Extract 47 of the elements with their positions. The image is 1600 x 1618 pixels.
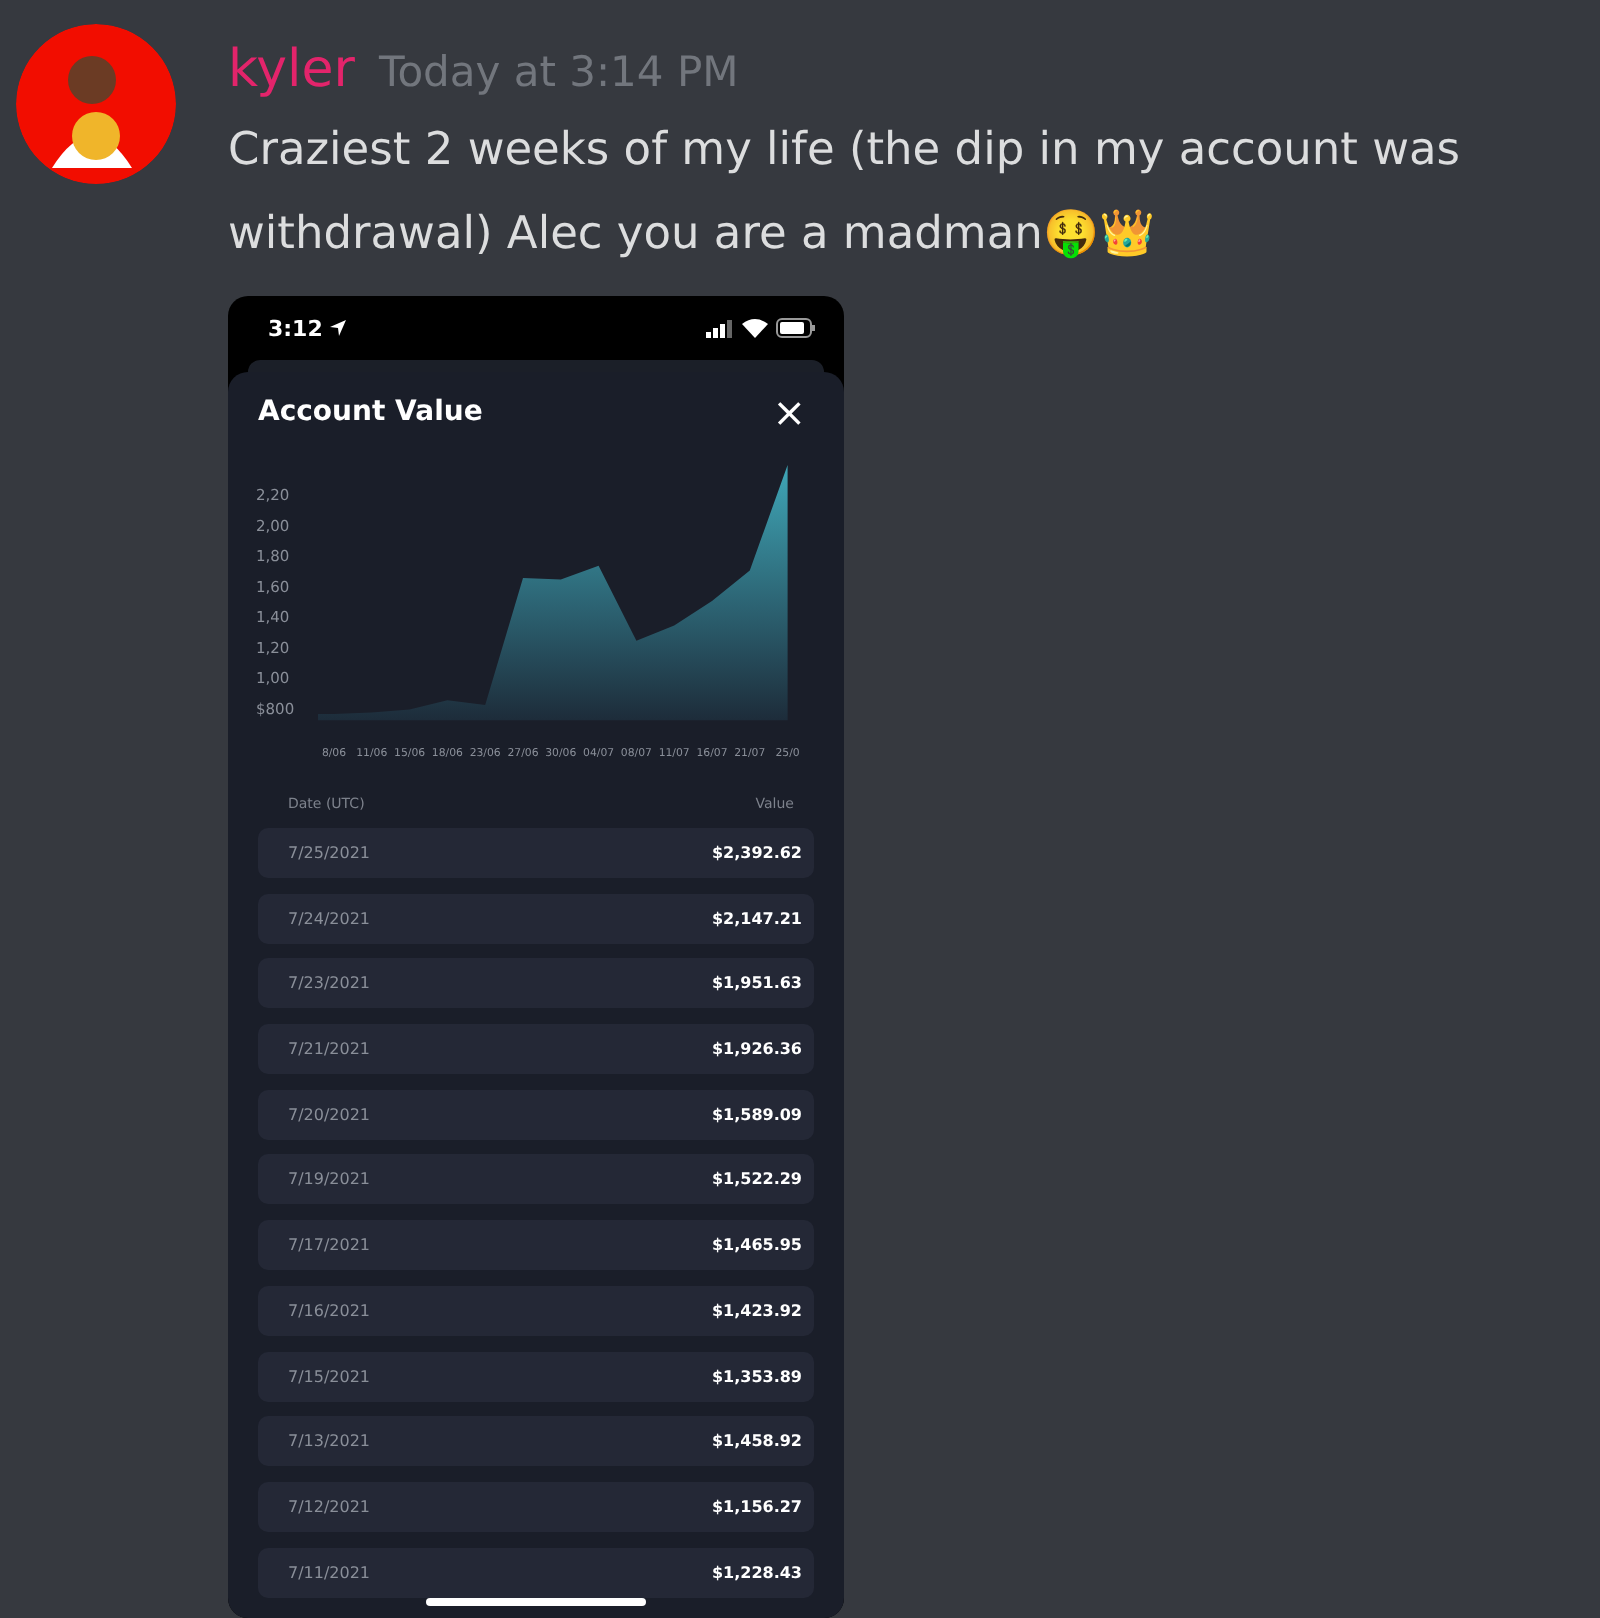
value-text: $1,926.36: [711, 1040, 802, 1059]
date-text: 7/20/2021: [288, 1105, 371, 1124]
battery-icon: [776, 318, 816, 338]
date-text: 7/21/2021: [288, 1040, 371, 1059]
avatar[interactable]: [16, 24, 176, 184]
value-text: $1,589.09: [711, 1105, 802, 1124]
value-row[interactable]: 7/12/2021 $1,156.27: [258, 1481, 814, 1532]
person-silhouette-icon: [16, 24, 176, 184]
value-text: $1,465.95: [711, 1236, 802, 1255]
date-text: 7/24/2021: [288, 909, 371, 928]
value-row[interactable]: 7/16/2021 $1,423.92: [258, 1285, 814, 1336]
wifi-icon: [742, 318, 768, 338]
message-text: Craziest 2 weeks of my life (the dip in my account was withdrawal) Alec you are a madman🤑👑: [228, 122, 1463, 264]
value-text: $1,156.27: [711, 1497, 802, 1516]
value-text: $1,951.63: [711, 974, 802, 993]
value-row[interactable]: 7/19/2021 $1,522.29: [258, 1154, 814, 1205]
value-row[interactable]: 7/20/2021 $1,589.09: [258, 1089, 814, 1140]
value-row[interactable]: 7/24/2021 $2,147.21: [258, 893, 814, 944]
value-row[interactable]: 7/13/2021 $1,458.92: [258, 1416, 814, 1467]
value-row[interactable]: 7/15/2021 $1,353.89: [258, 1351, 814, 1401]
date-text: 7/25/2021: [288, 844, 371, 862]
date-text: 7/12/2021: [288, 1497, 371, 1516]
value-row[interactable]: 7/23/2021 $1,951.63: [258, 958, 814, 1009]
value-text: $1,423.92: [711, 1301, 802, 1320]
value-text: $1,353.89: [711, 1367, 802, 1385]
value-text: $1,228.43: [711, 1563, 802, 1582]
date-text: 7/16/2021: [288, 1301, 371, 1320]
value-text: $2,147.21: [711, 909, 802, 928]
date-text: 7/19/2021: [288, 1170, 371, 1189]
location-arrow-icon: [330, 320, 347, 336]
timestamp: Today at 3:14 PM: [378, 48, 739, 96]
value-row[interactable]: 7/21/2021 $1,926.36: [258, 1024, 814, 1075]
value-text: $2,392.62: [711, 844, 802, 862]
value-row[interactable]: 7/17/2021 $1,465.95: [258, 1220, 814, 1271]
date-text: 7/17/2021: [288, 1236, 371, 1255]
close-button[interactable]: ×: [764, 388, 814, 436]
signal-icon: [706, 319, 734, 337]
sheet-title: Account Value: [258, 396, 483, 428]
date-text: 7/13/2021: [288, 1432, 371, 1451]
value-row[interactable]: 7/25/2021 $2,392.62: [258, 828, 814, 878]
value-text: $1,522.29: [711, 1170, 802, 1189]
value-text: $1,458.92: [711, 1432, 802, 1451]
date-text: 7/23/2021: [288, 974, 371, 993]
date-text: 7/11/2021: [288, 1563, 371, 1582]
date-text: 7/15/2021: [288, 1367, 371, 1385]
value-row[interactable]: 7/11/2021 $1,228.43: [258, 1547, 814, 1598]
status-time: 3:12: [268, 315, 323, 341]
